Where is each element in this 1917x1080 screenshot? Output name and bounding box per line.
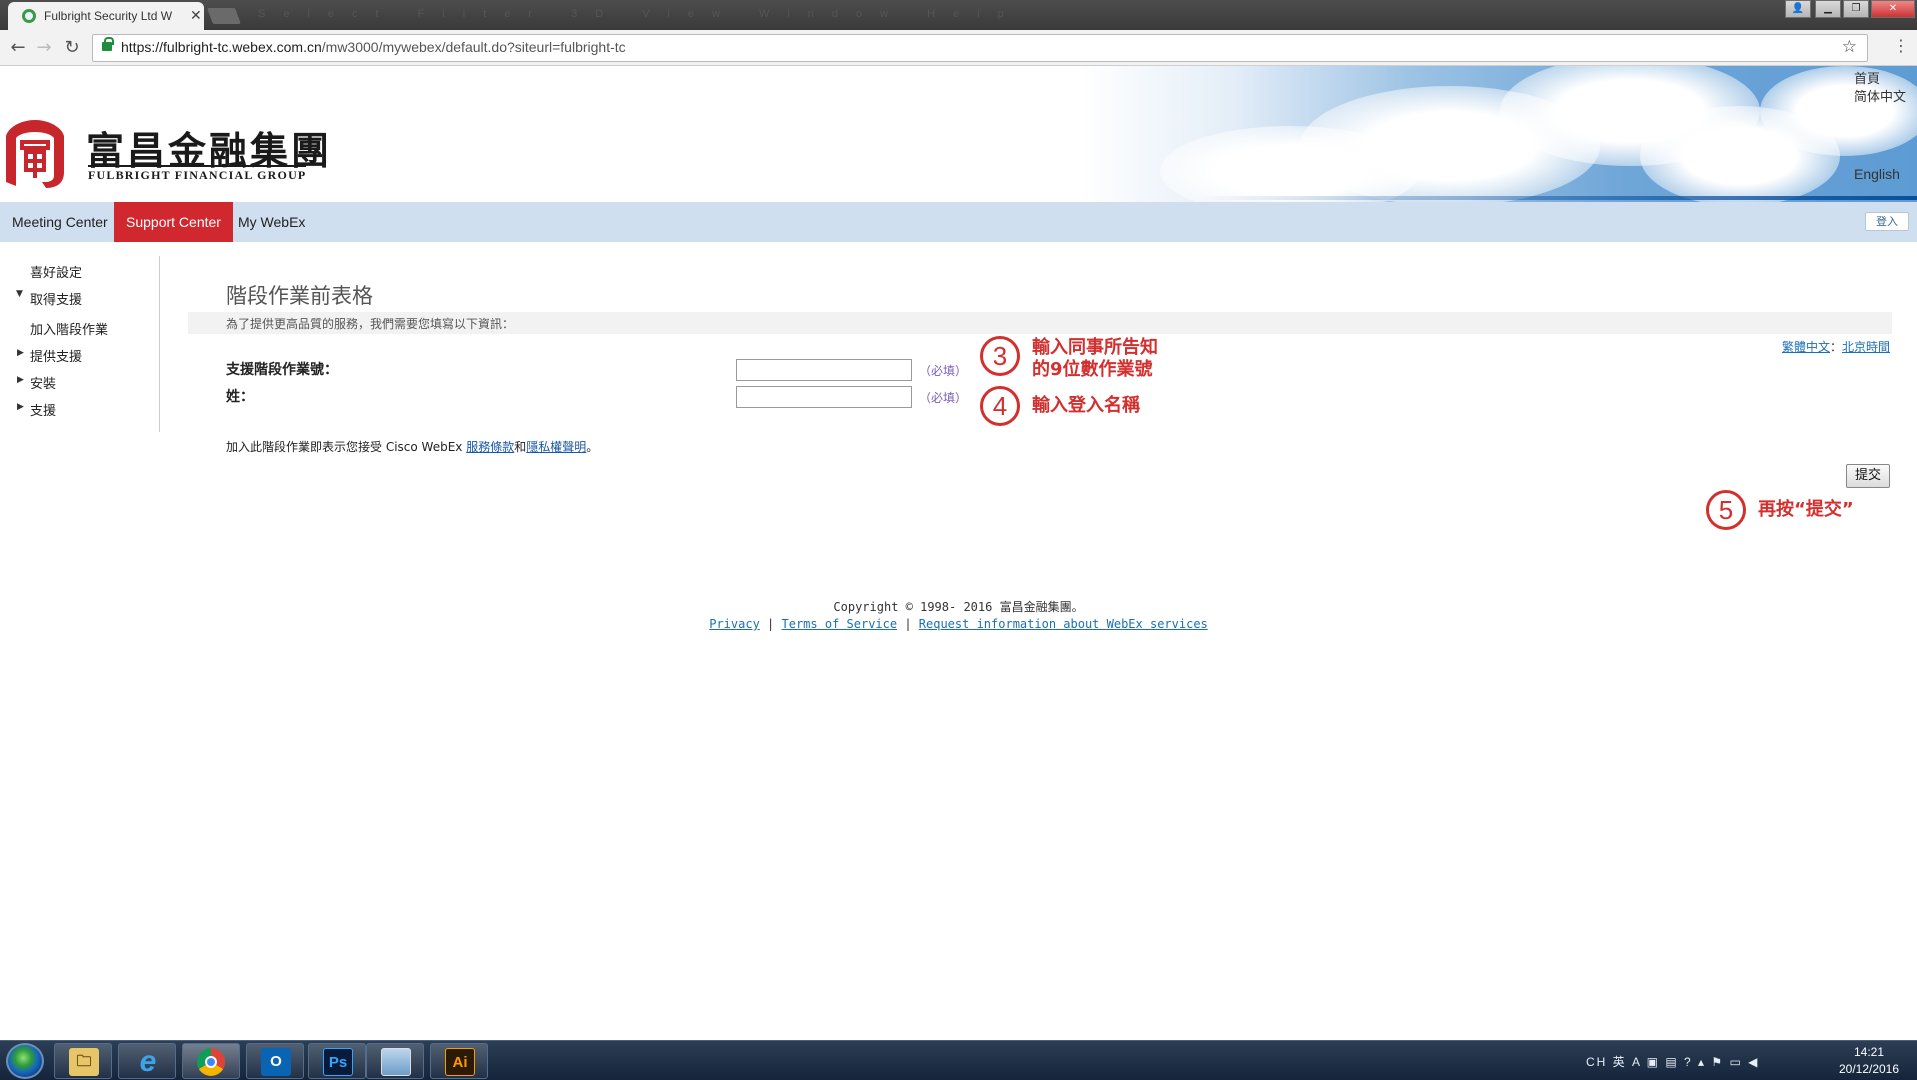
- privacy-statement-link[interactable]: 隱私權聲明: [526, 440, 586, 454]
- caret-right-icon[interactable]: ▶: [17, 348, 24, 358]
- chrome-icon: [197, 1048, 225, 1076]
- terms-and: 和: [514, 440, 527, 454]
- session-number-input[interactable]: [736, 359, 912, 381]
- webex-favicon-icon: [22, 9, 36, 23]
- windows-taskbar: 🗀 e O Ps Ai CH 英 A ▣ ▤ ? ▴ ⚑ ▭ ◀ 14:21 2…: [0, 1040, 1917, 1080]
- photoshop-icon: Ps: [323, 1048, 353, 1076]
- sidebar-item-get-support[interactable]: 取得支援: [30, 289, 82, 308]
- footer-terms-link[interactable]: Terms of Service: [782, 617, 898, 631]
- last-name-label: 姓：: [226, 389, 254, 405]
- footer-separator: |: [759, 617, 782, 631]
- nav-my-webex[interactable]: My WebEx: [226, 202, 317, 242]
- timezone-language-links: 繁體中文：北京時間: [1782, 338, 1890, 355]
- logo-english-name: FULBRIGHT FINANCIAL GROUP: [88, 165, 307, 183]
- internet-explorer-icon: e: [139, 1045, 157, 1078]
- sidebar-item-preferences[interactable]: 喜好設定: [30, 262, 82, 281]
- start-button-icon[interactable]: [6, 1043, 44, 1079]
- nav-meeting-center[interactable]: Meeting Center: [0, 202, 120, 242]
- simplified-chinese-link[interactable]: 简体中文: [1854, 86, 1906, 105]
- footer-links: Privacy | Terms of Service | Request inf…: [0, 617, 1917, 631]
- timezone-link[interactable]: 北京時間: [1842, 340, 1890, 354]
- taskbar-window-app[interactable]: [366, 1043, 424, 1079]
- explorer-icon: 🗀: [69, 1048, 99, 1076]
- terms-suffix: 。: [586, 440, 599, 454]
- browser-tab[interactable]: Fulbright Security Ltd W ✕: [8, 2, 204, 30]
- bookmark-star-icon[interactable]: ☆: [1842, 37, 1857, 57]
- nav-support-center[interactable]: Support Center: [114, 202, 233, 242]
- minimize-button[interactable]: ▁: [1815, 0, 1841, 18]
- terms-of-service-link[interactable]: 服務條款: [466, 440, 514, 454]
- system-tray[interactable]: CH 英 A ▣ ▤ ? ▴ ⚑ ▭ ◀: [1586, 1053, 1759, 1070]
- url-host: https://fulbright-tc.webex.com.cn: [121, 39, 322, 55]
- new-tab-button[interactable]: [207, 8, 241, 24]
- terms-prefix: 加入此階段作業即表示您接受 Cisco WebEx: [226, 440, 467, 454]
- outlook-icon: O: [261, 1048, 291, 1076]
- caret-down-icon[interactable]: ▼: [16, 289, 23, 299]
- login-button[interactable]: 登入: [1865, 212, 1909, 231]
- lock-icon: [102, 37, 114, 51]
- tab-close-icon[interactable]: ✕: [190, 7, 202, 24]
- submit-button[interactable]: 提交: [1846, 464, 1890, 488]
- terms-notice: 加入此階段作業即表示您接受 Cisco WebEx 服務條款和隱私權聲明。: [226, 438, 598, 455]
- background-menu-ghost: Select Filter 3D View Window Help: [258, 8, 1022, 20]
- taskbar-internet-explorer[interactable]: e: [118, 1043, 176, 1079]
- step-5-text: 再按“提交”: [1758, 499, 1854, 520]
- taskbar-illustrator[interactable]: Ai: [430, 1043, 488, 1079]
- page-title: 階段作業前表格: [226, 284, 373, 308]
- url-input[interactable]: https://fulbright-tc.webex.com.cn/mw3000…: [92, 34, 1868, 62]
- site-header: 富昌金融集團 FULBRIGHT FINANCIAL GROUP 首頁 简体中文…: [0, 66, 1917, 202]
- address-toolbar: ← → ↻ https://fulbright-tc.webex.com.cn/…: [0, 30, 1917, 66]
- last-name-input[interactable]: [736, 386, 912, 408]
- step-3-line-1: 輸入同事所告知: [1032, 337, 1158, 358]
- step-4-badge: 4: [980, 386, 1020, 426]
- step-3-badge: 3: [980, 336, 1020, 376]
- sidebar-item-provide-support[interactable]: 提供支援: [30, 346, 82, 365]
- page-footer: Copyright © 1998- 2016 富昌金融集團。 Privacy |…: [0, 598, 1917, 631]
- caret-right-icon[interactable]: ▶: [17, 375, 24, 385]
- footer-separator: |: [897, 617, 919, 631]
- maximize-button[interactable]: ❐: [1843, 0, 1869, 18]
- taskbar-outlook[interactable]: O: [246, 1043, 304, 1079]
- browser-menu-icon[interactable]: ⋮: [1893, 36, 1909, 55]
- sidebar-item-setup[interactable]: 安裝: [30, 373, 56, 392]
- forward-icon[interactable]: →: [32, 36, 56, 60]
- left-sidebar: 喜好設定 ▼ 取得支援 加入階段作業 ▶ 提供支援 ▶ 安裝 ▶ 支援: [0, 256, 160, 432]
- user-profile-button[interactable]: 👤: [1785, 0, 1811, 18]
- clock-date: 20/12/2016: [1838, 1062, 1900, 1076]
- required-hint: （必填）: [919, 391, 968, 405]
- fulbright-logo-icon: [6, 120, 64, 188]
- url-path: /mw3000/mywebex/default.do?siteurl=fulbr…: [321, 39, 626, 55]
- sidebar-item-support[interactable]: 支援: [30, 400, 56, 419]
- info-text: 為了提供更高品質的服務，我們需要您填寫以下資訊：: [188, 312, 1892, 334]
- language-link[interactable]: 繁體中文: [1782, 340, 1830, 354]
- header-accent-line: [1200, 196, 1917, 200]
- taskbar-photoshop[interactable]: Ps: [308, 1043, 366, 1079]
- back-icon[interactable]: ←: [6, 36, 30, 60]
- footer-privacy-link[interactable]: Privacy: [709, 617, 760, 631]
- step-5-badge: 5: [1706, 490, 1746, 530]
- close-window-button[interactable]: ✕: [1871, 0, 1915, 18]
- window-app-icon: [381, 1048, 411, 1076]
- sky-banner: [1080, 66, 1917, 202]
- session-number-label: 支援階段作業號：: [226, 362, 338, 378]
- reload-icon[interactable]: ↻: [60, 36, 84, 60]
- copyright-text: Copyright © 1998- 2016 富昌金融集團。: [833, 600, 1084, 614]
- required-hint: （必填）: [919, 364, 968, 378]
- taskbar-chrome[interactable]: [182, 1043, 240, 1079]
- step-4-text: 輸入登入名稱: [1032, 395, 1140, 416]
- taskbar-clock[interactable]: 14:21 20/12/2016: [1826, 1044, 1912, 1078]
- sidebar-item-join-session[interactable]: 加入階段作業: [30, 319, 108, 338]
- english-link[interactable]: English: [1854, 166, 1900, 182]
- step-3-line-2: 的9位數作業號: [1032, 359, 1153, 380]
- caret-right-icon[interactable]: ▶: [17, 402, 24, 412]
- taskbar-explorer[interactable]: 🗀: [54, 1043, 112, 1079]
- home-link[interactable]: 首頁: [1854, 68, 1880, 87]
- tab-title: Fulbright Security Ltd W: [44, 9, 173, 23]
- main-nav: Meeting Center Support Center My WebEx 登…: [0, 202, 1917, 242]
- browser-title-bar: Fulbright Security Ltd W ✕ Select Filter…: [0, 0, 1917, 30]
- clock-time: 14:21: [1853, 1045, 1885, 1059]
- timezone-separator: ：: [1830, 340, 1843, 354]
- illustrator-icon: Ai: [445, 1048, 475, 1076]
- footer-request-info-link[interactable]: Request information about WebEx services: [919, 617, 1208, 631]
